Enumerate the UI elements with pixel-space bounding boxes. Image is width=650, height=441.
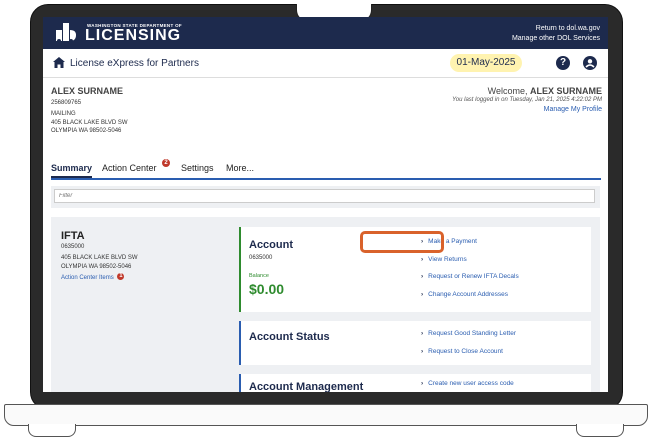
laptop-foot-left [28,424,76,437]
view-returns-highlight [360,231,444,253]
view-returns-link[interactable]: › View Returns [421,251,519,269]
tab-summary[interactable]: Summary [51,163,93,178]
tab-action-center[interactable]: Action Center [102,163,157,173]
last-login: You last logged in on Tuesday, Jan 21, 2… [452,97,602,103]
dol-logo-icon [56,23,76,43]
status-actions: › Request Good Standing Letter › Request t… [421,325,516,360]
account-management-card: Account Management › Create new user acce… [239,374,591,392]
site-header: WASHINGTON STATE DEPARTMENT OF LICENSING… [43,17,608,49]
tab-settings[interactable]: Settings [181,163,214,173]
address-line-2: OLYMPIA WA 98502-5046 [51,128,122,134]
manage-services-link[interactable]: Manage other DOL Services [512,34,600,44]
address-type: MAILING [51,111,76,117]
welcome-block: Welcome, ALEX SURNAME You last logged in… [452,87,602,114]
manage-profile-link[interactable]: Manage My Profile [452,105,602,114]
action-center-badge: 2 [162,159,170,167]
customer-id: 256809765 [51,99,82,106]
good-standing-link[interactable]: › Request Good Standing Letter [421,325,516,343]
ifta-address-1: 405 BLACK LAKE BLVD SW [61,255,138,261]
tab-bar: Summary Action Center 2 Settings More... [51,159,601,180]
ifta-summary: IFTA 0635000 405 BLACK LAKE BLVD SW OLYM… [61,229,138,283]
management-actions: › Create new user access code [421,375,514,392]
close-account-link[interactable]: › Request to Close Account [421,343,516,361]
user-account-icon[interactable] [583,56,597,70]
account-card-title: Account [249,239,293,251]
balance-value: $0.00 [249,281,285,297]
help-icon[interactable]: ? [556,56,570,70]
accounts-panel: IFTA 0635000 405 BLACK LAKE BLVD SW OLYM… [51,217,600,392]
welcome-prefix: Welcome, [487,86,530,96]
create-access-code-link[interactable]: › Create new user access code [421,375,514,392]
filter-bar [51,186,600,208]
licensing-wordmark: LICENSING [85,27,182,44]
screen: WASHINGTON STATE DEPARTMENT OF LICENSING… [43,17,608,392]
ifta-address-2: OLYMPIA WA 98502-5046 [61,264,132,270]
action-center-items-link[interactable]: Action Center Items [61,275,114,281]
management-card-accent [239,374,241,392]
home-icon[interactable] [53,57,65,68]
account-status-card: Account Status › Request Good Standing Le… [239,321,591,365]
request-decals-link[interactable]: › Request or Renew IFTA Decals [421,268,519,286]
account-number: 0635000 [249,255,273,261]
address-line-1: 405 BLACK LAKE BLVD SW [51,119,128,126]
laptop-base [4,404,648,426]
return-link[interactable]: Return to dol.wa.gov [512,24,600,34]
ifta-title: IFTA [61,230,85,242]
filter-input[interactable] [54,189,595,203]
action-items-badge: 1 [117,273,125,280]
app-bar: License eXpress for Partners 01-May-2025… [43,49,608,78]
account-card-accent [239,227,241,312]
laptop-foot-right [576,424,624,437]
app-title[interactable]: License eXpress for Partners [70,58,199,69]
ifta-number: 0635000 [61,244,85,250]
current-date: 01-May-2025 [450,54,522,72]
account-management-title: Account Management [249,381,364,392]
status-card-accent [239,321,241,365]
profile-block: ALEX SURNAME 256809765 MAILING 405 BLACK… [51,87,128,136]
customer-name: ALEX SURNAME [51,86,124,96]
account-status-title: Account Status [249,331,330,343]
balance-label: Balance [249,273,269,279]
change-addresses-link[interactable]: › Change Account Addresses [421,286,519,304]
welcome-name: ALEX SURNAME [529,86,602,96]
tab-more[interactable]: More... [226,163,254,173]
